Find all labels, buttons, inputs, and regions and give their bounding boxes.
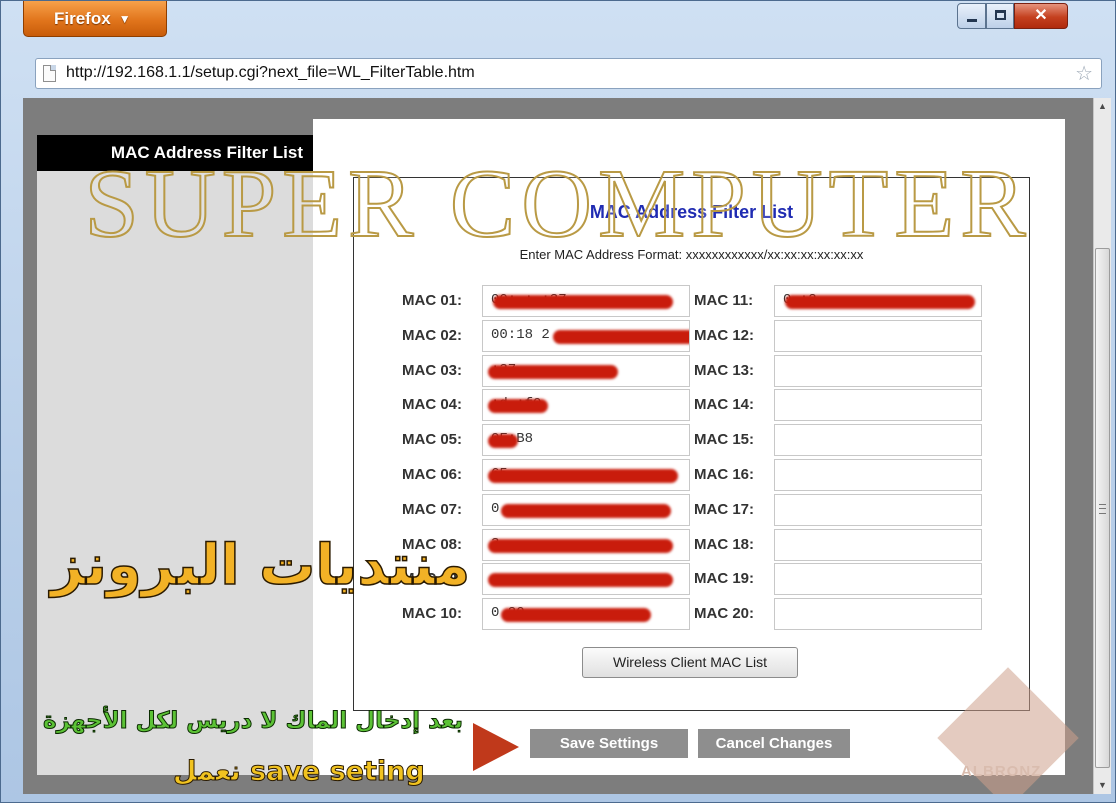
mac-label: MAC 15: (694, 431, 755, 449)
mac-label: MAC 01: (402, 292, 463, 309)
mac-label: MAC 18: (694, 535, 755, 553)
scrollbar-thumb[interactable] (1095, 248, 1110, 768)
albronz-logo-text: ALBRONZ (961, 763, 1042, 780)
mac-label: MAC 20: (694, 605, 755, 623)
mac-label: MAC 12: (694, 326, 755, 344)
chevron-down-icon: ▼ (118, 11, 131, 26)
mac-input-field[interactable]: 0 20 (482, 598, 690, 631)
cancel-changes-button[interactable]: Cancel Changes (698, 729, 850, 758)
mac-label: MAC 02: (402, 326, 463, 344)
mac-input-field[interactable]: 3 (482, 528, 690, 561)
page-icon (43, 65, 56, 82)
minimize-button[interactable] (957, 3, 986, 29)
minimize-icon (967, 19, 977, 22)
mac-input-field[interactable] (774, 493, 982, 526)
mac-input-field[interactable]: 00: : :37 (482, 285, 690, 317)
save-settings-button[interactable]: Save Settings (530, 729, 688, 758)
maximize-icon (995, 10, 1006, 20)
mac-input-field[interactable]: 65 (482, 459, 690, 491)
mac-input-field[interactable] (774, 424, 982, 457)
redaction-mark (488, 538, 673, 553)
pointer-arrow-icon (473, 723, 519, 771)
mac-label: MAC 05: (402, 431, 463, 449)
mac-input-field[interactable] (774, 528, 982, 561)
mac-input-field[interactable] (482, 563, 690, 596)
mac-label: MAC 06: (402, 466, 463, 483)
mac-input-field[interactable]: 0 :2 (774, 285, 982, 317)
redaction-mark (501, 608, 651, 623)
mac-label: MAC 13: (694, 361, 755, 379)
mac-label: MAC 14: (694, 396, 755, 414)
mac-input-field[interactable] (774, 459, 982, 491)
firefox-menu-button[interactable]: Firefox ▼ (23, 1, 167, 37)
mac-label: MAC 03: (402, 361, 463, 379)
mac-label: MAC 19: (694, 570, 755, 588)
mac-input-field[interactable]: :37 (482, 354, 690, 387)
mac-label: MAC 16: (694, 466, 755, 483)
redaction-mark (553, 329, 689, 344)
mac-input-field[interactable] (774, 389, 982, 422)
mac-label: MAC 17: (694, 500, 755, 518)
grip-icon (1099, 504, 1106, 514)
mac-input-value: 0 (491, 500, 500, 517)
super-computer-watermark: SUPER COMPUTER (83, 149, 1032, 259)
redaction-mark (488, 434, 518, 449)
mac-input-field[interactable] (774, 598, 982, 631)
redaction-mark (488, 399, 548, 414)
redaction-mark (785, 295, 975, 309)
mac-label: MAC 11: (694, 292, 754, 309)
mac-input-field[interactable] (774, 563, 982, 596)
mac-input-field[interactable]: 0 (482, 493, 690, 526)
mac-input-field[interactable]: 0F:B8 (482, 424, 690, 457)
page-viewport: MAC Address Filter List MAC Address Filt… (23, 98, 1093, 794)
mac-label: MAC 04: (402, 396, 463, 414)
scroll-up-icon[interactable]: ▲ (1094, 98, 1111, 115)
scroll-down-icon[interactable]: ▼ (1094, 777, 1111, 794)
bookmark-star-icon[interactable]: ☆ (1075, 61, 1093, 86)
forum-name-overlay: منتديات البرونز (50, 532, 471, 599)
redaction-mark (488, 469, 678, 483)
mac-input-value: 00:18 2 (491, 326, 550, 343)
wireless-client-mac-list-button[interactable]: Wireless Client MAC List (582, 647, 798, 678)
firefox-menu-label: Firefox (54, 8, 111, 28)
mac-input-field[interactable] (774, 319, 982, 352)
mac-input-field[interactable]: 00:18 2 (482, 319, 690, 352)
mac-input-field[interactable] (774, 354, 982, 387)
redaction-mark (501, 503, 671, 518)
close-icon: ✕ (1034, 7, 1048, 24)
mac-label: MAC 10: (402, 605, 463, 623)
close-button[interactable]: ✕ (1014, 3, 1068, 29)
save-instruction-overlay: نعمل save seting (173, 756, 426, 788)
mac-input-field[interactable]: :d :f0 (482, 389, 690, 422)
address-bar[interactable]: http://192.168.1.1/setup.cgi?next_file=W… (35, 58, 1102, 89)
url-text[interactable]: http://192.168.1.1/setup.cgi?next_file=W… (66, 64, 475, 82)
redaction-mark (488, 364, 618, 379)
maximize-button[interactable] (986, 3, 1014, 29)
redaction-mark (488, 573, 673, 588)
vertical-scrollbar[interactable]: ▲ ▼ (1093, 98, 1111, 794)
redaction-mark (493, 295, 673, 309)
mac-label: MAC 07: (402, 500, 463, 518)
instruction-overlay: بعد إدخال الماك لا دريس لكل الأجهزة (43, 708, 464, 735)
